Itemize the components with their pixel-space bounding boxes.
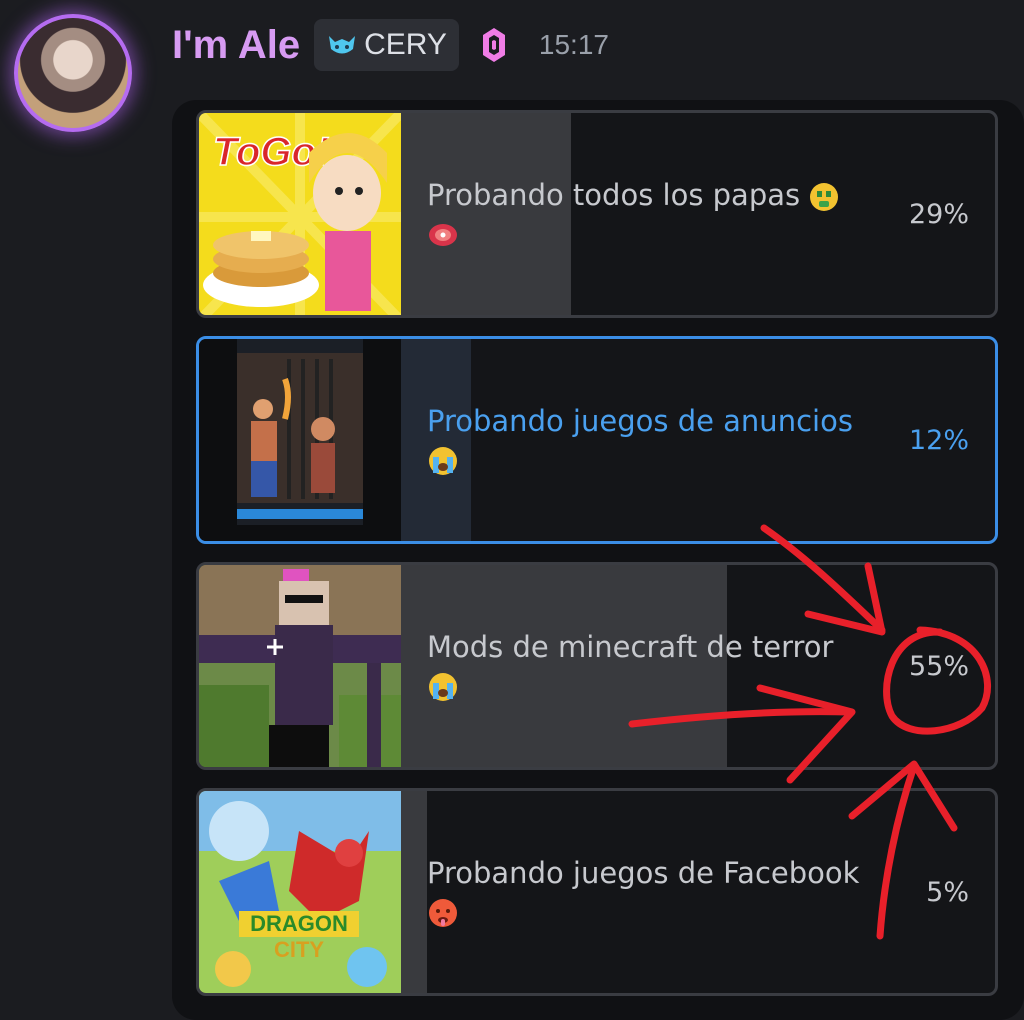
poll-option-percent: 12%	[908, 424, 969, 456]
poll-option-percent: 29%	[908, 198, 969, 230]
server-tag-label: CERY	[364, 28, 447, 61]
poll-option[interactable]: DRAGON CITY Probando juegos de Facebook …	[196, 788, 998, 996]
money-mouth-face-icon	[810, 183, 839, 211]
poll-option-label: Probando juegos de anuncios	[427, 339, 897, 541]
poll-option-selected[interactable]: Probando juegos de anuncios 12%	[196, 336, 998, 544]
papa-louie-thumbnail: ToGo!	[199, 113, 401, 315]
hot-face-icon	[429, 899, 457, 927]
message-header: I'm Ale CERY 15:17	[172, 14, 609, 76]
poll-option[interactable]: Mods de minecraft de terror 55%	[196, 562, 998, 770]
loudly-crying-face-icon	[429, 673, 457, 701]
cut-of-meat-icon	[429, 224, 457, 246]
game-ad-thumbnail	[199, 339, 401, 541]
username[interactable]: I'm Ale	[172, 23, 300, 68]
poll-option-percent: 55%	[908, 650, 969, 682]
vote-bar	[401, 791, 427, 993]
svg-text:CITY: CITY	[274, 937, 324, 962]
poll-option-label: Mods de minecraft de terror	[427, 565, 897, 767]
poll-option-label: Probando juegos de Facebook	[427, 791, 897, 993]
poll-container: ToGo! Probando todos los papas 29% Proba…	[172, 100, 1024, 1020]
message-timestamp: 15:17	[538, 29, 609, 60]
svg-text:DRAGON: DRAGON	[250, 911, 348, 936]
nitro-badge-icon[interactable]	[481, 26, 507, 64]
poll-option[interactable]: ToGo! Probando todos los papas 29%	[196, 110, 998, 318]
crystal-cat-icon	[329, 36, 356, 54]
poll-option-percent: 5%	[926, 876, 969, 908]
poll-option-label: Probando todos los papas	[427, 113, 897, 315]
dragon-city-thumbnail: DRAGON CITY	[199, 791, 401, 993]
minecraft-mod-thumbnail	[199, 565, 401, 767]
loudly-crying-face-icon	[429, 447, 457, 475]
server-tag[interactable]: CERY	[314, 19, 459, 71]
user-avatar[interactable]	[14, 14, 132, 132]
